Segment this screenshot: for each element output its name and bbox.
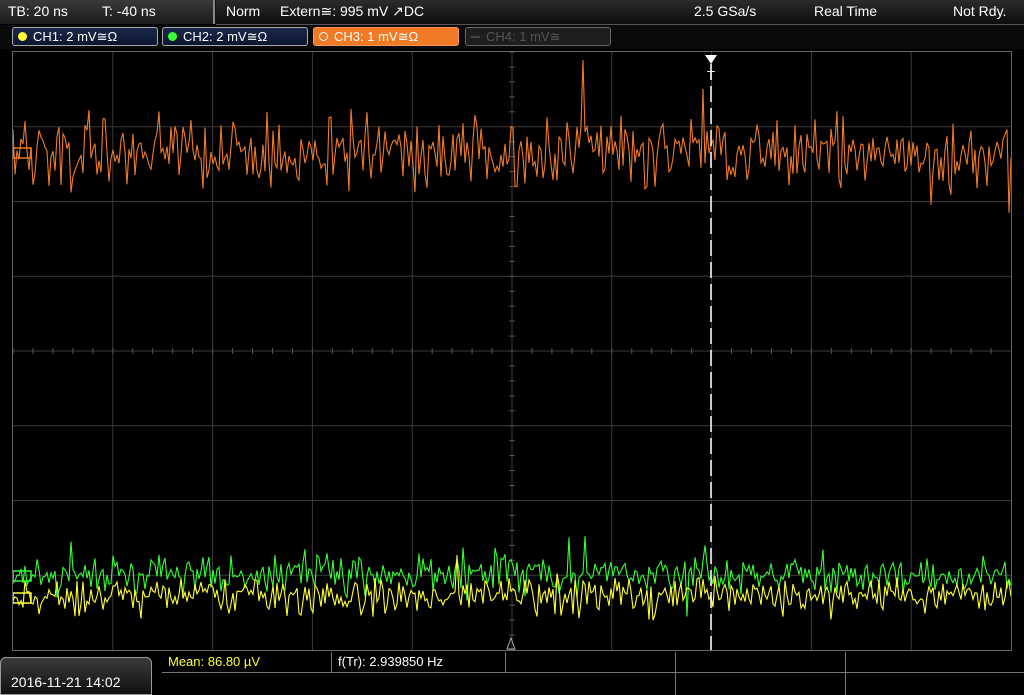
sample-rate: 2.5 GSa/s <box>694 3 757 19</box>
top-status-bar: TB: 20 ns T: -40 ns Norm Extern≅: 995 mV… <box>0 0 1024 25</box>
ch1-label: CH1: 2 mV≅Ω <box>33 29 118 44</box>
ch3-label: CH3: 1 mV≅Ω <box>334 29 419 44</box>
measurement-panel[interactable]: Mean: 86.80 µV f(Tr): 2.939850 Hz <box>162 652 1024 695</box>
tab-ch1[interactable]: CH1: 2 mV≅Ω <box>12 27 158 46</box>
trigger-marker-label: T <box>707 68 715 83</box>
ch4-label: CH4: 1 mV≅ <box>486 29 561 44</box>
waveform-canvas: T <box>13 52 1011 650</box>
mean-measurement: Mean: 86.80 µV <box>162 652 332 673</box>
tab-ch4[interactable]: CH4: 1 mV≅ <box>465 27 611 46</box>
measurement-slot-5 <box>846 652 1024 673</box>
trigger-offset-label: T: -40 ns <box>102 3 156 19</box>
acquisition-status-bar[interactable]: Norm Extern≅: 995 mV ↗DC 2.5 GSa/s Real … <box>216 0 1024 25</box>
ch3-ground-marker[interactable] <box>13 147 32 159</box>
trigger-source: Extern≅: 995 mV ↗DC <box>280 3 425 19</box>
ch1-dot-icon <box>18 32 27 41</box>
ch3-dot-icon <box>319 32 328 41</box>
graticule <box>13 52 1011 650</box>
frequency-measurement: f(Tr): 2.939850 Hz <box>332 652 506 673</box>
tab-ch2[interactable]: CH2: 2 mV≅Ω <box>162 27 308 46</box>
measurement-slot-10 <box>846 673 1024 695</box>
trigger-arrow-icon[interactable] <box>705 55 717 64</box>
waveform-display[interactable]: T <box>12 51 1012 651</box>
timebase-label: TB: 20 ns <box>8 3 68 19</box>
ch4-dash-icon <box>471 36 480 38</box>
date-box: 2016-11-21 14:02 <box>0 657 152 695</box>
timebase-box[interactable]: TB: 20 ns T: -40 ns <box>0 0 215 24</box>
ch2-dot-icon <box>168 32 177 41</box>
measurement-slot-8 <box>506 673 676 695</box>
ch2-label: CH2: 2 mV≅Ω <box>183 29 268 44</box>
date-time: 2016-11-21 14:02 <box>11 674 121 690</box>
trigger-mode: Norm <box>226 3 261 19</box>
tab-ch3[interactable]: CH3: 1 mV≅Ω <box>313 27 459 46</box>
measurement-slot-3 <box>506 652 676 673</box>
measurement-slot-4 <box>676 652 846 673</box>
measurement-slot-9 <box>676 673 846 695</box>
horizontal-position-icon[interactable] <box>506 636 516 650</box>
acquisition-mode: Real Time <box>814 3 878 19</box>
channel-bar: CH1: 2 mV≅Ω CH2: 2 mV≅Ω CH3: 1 mV≅Ω CH4:… <box>0 25 1024 49</box>
run-status: Not Rdy. <box>953 3 1007 19</box>
